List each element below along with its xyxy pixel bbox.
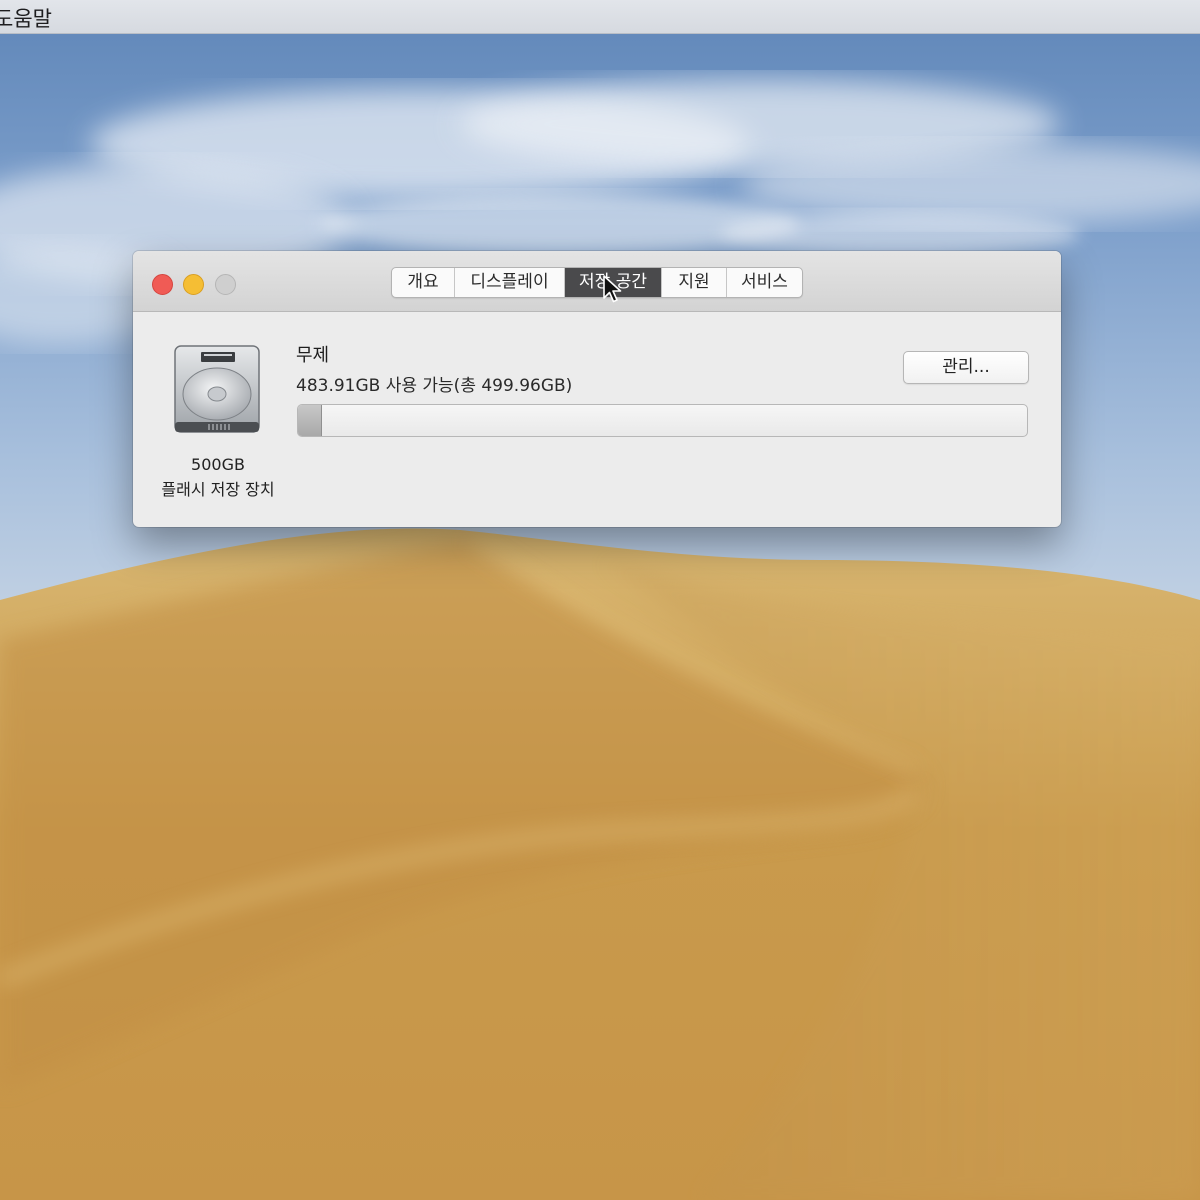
- menu-bar: 도움말: [0, 0, 1200, 34]
- close-button[interactable]: [152, 274, 173, 295]
- tab-support[interactable]: 지원: [662, 268, 727, 297]
- mouse-cursor-icon: [603, 275, 622, 303]
- disk-type-label: 플래시 저장 장치: [161, 480, 275, 499]
- tab-bar: 개요 디스플레이 저장 공간 지원 서비스: [391, 267, 803, 298]
- menu-help[interactable]: 도움말: [0, 3, 52, 33]
- storage-usage-bar[interactable]: [297, 404, 1028, 437]
- hard-drive-icon: [174, 345, 260, 433]
- storage-used-segment: [298, 405, 323, 436]
- tab-service[interactable]: 서비스: [727, 268, 802, 297]
- zoom-button: [215, 274, 236, 295]
- tab-overview[interactable]: 개요: [392, 268, 455, 297]
- volume-availability: 483.91GB 사용 가능(총 499.96GB): [296, 376, 573, 396]
- disk-size-label: 500GB: [191, 455, 245, 474]
- storage-pane: 500GB 플래시 저장 장치 무제 483.91GB 사용 가능(총 499.…: [133, 312, 1061, 527]
- manage-button[interactable]: 관리...: [903, 351, 1029, 384]
- wallpaper-dunes: [0, 528, 1200, 1200]
- volume-name: 무제: [296, 345, 330, 366]
- minimize-button[interactable]: [183, 274, 204, 295]
- window-titlebar[interactable]: 개요 디스플레이 저장 공간 지원 서비스: [133, 251, 1061, 312]
- tab-displays[interactable]: 디스플레이: [455, 268, 565, 297]
- about-this-mac-window: 개요 디스플레이 저장 공간 지원 서비스 500GB 플래시 저장 장치 무제…: [133, 251, 1061, 527]
- desktop: 도움말 개요 디스플레이 저장 공간 지원 서비스 500GB 플래시 저장 장…: [0, 0, 1200, 1200]
